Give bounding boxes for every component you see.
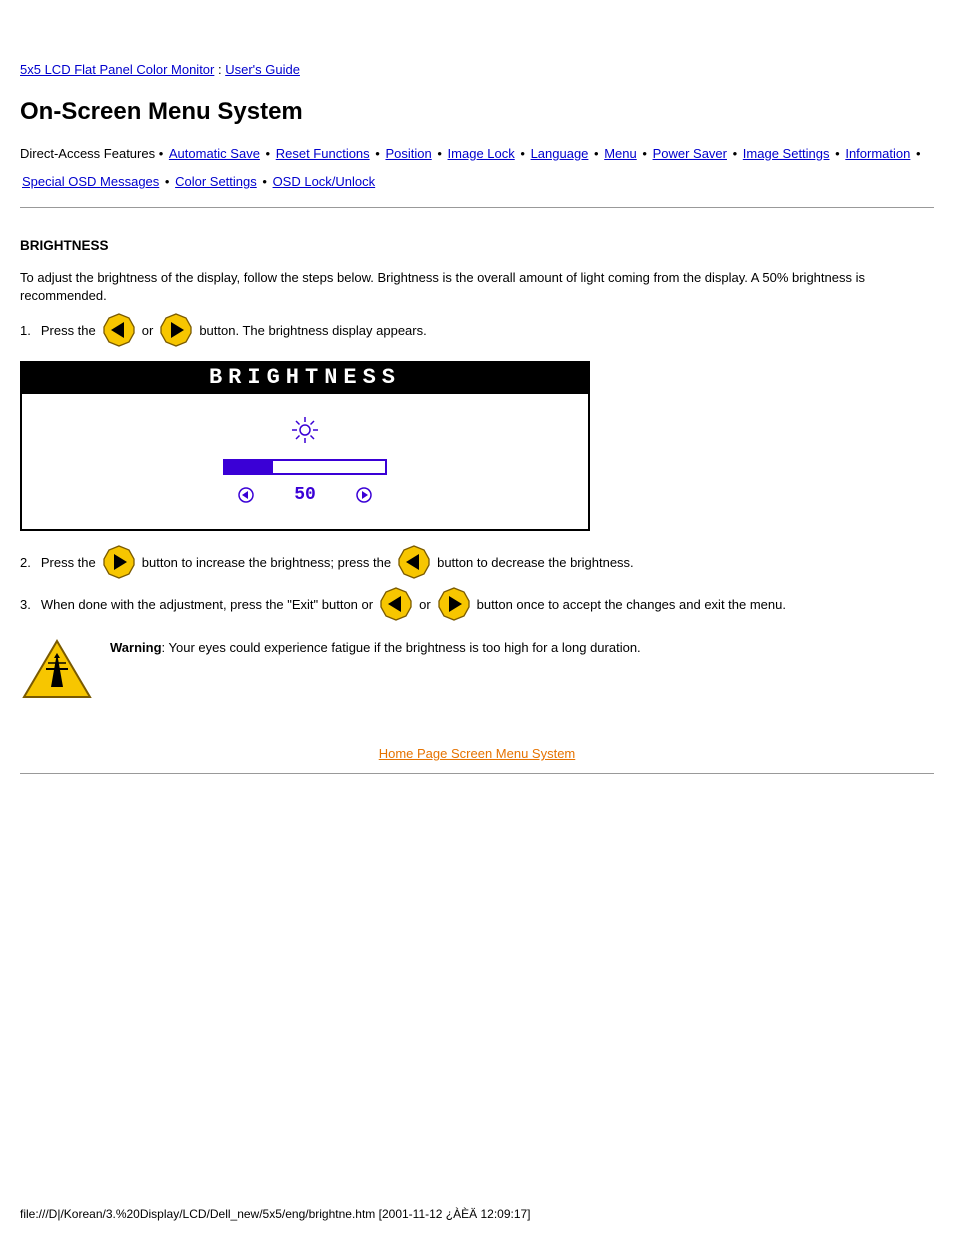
osd-title: BRIGHTNESS — [22, 363, 588, 394]
warning-icon — [20, 639, 94, 706]
step-3-post: button once to accept the changes and ex… — [477, 597, 786, 612]
breadcrumb: 5x5 LCD Flat Panel Color Monitor : User'… — [20, 60, 934, 80]
osd-value: 50 — [294, 485, 316, 505]
nav-item-osd-lock-unlock[interactable]: OSD Lock/Unlock — [273, 174, 376, 189]
nav-item-reset-functions[interactable]: Reset Functions — [276, 146, 370, 161]
right-arrow-icon — [102, 545, 136, 579]
right-arrow-icon — [437, 587, 471, 621]
nav-links: Direct-Access Features • Automatic Save … — [20, 140, 934, 197]
step-2-post: button to decrease the brightness. — [437, 555, 634, 570]
step-2-number: 2. — [20, 555, 31, 570]
step-2-mid: button to increase the brightness; press… — [142, 555, 391, 570]
step-3-number: 3. — [20, 597, 31, 612]
warning-label: Warning — [110, 640, 162, 655]
step-3-or: or — [419, 597, 431, 612]
right-arrow-icon — [159, 313, 193, 347]
breadcrumb-link-product[interactable]: 5x5 LCD Flat Panel Color Monitor — [20, 62, 214, 77]
divider — [20, 207, 934, 208]
left-arrow-icon — [397, 545, 431, 579]
brightness-icon — [291, 416, 319, 449]
step-1-number: 1. — [20, 323, 31, 338]
section-title: BRIGHTNESS — [20, 238, 934, 253]
nav-item-image-lock[interactable]: Image Lock — [448, 146, 515, 161]
nav-item-language[interactable]: Language — [531, 146, 589, 161]
nav-item-color-settings[interactable]: Color Settings — [175, 174, 257, 189]
left-arrow-icon — [379, 587, 413, 621]
warning-row: Warning: Your eyes could experience fati… — [20, 639, 934, 706]
nav-item-automatic-save[interactable]: Automatic Save — [169, 146, 260, 161]
nav-item-image-settings[interactable]: Image Settings — [743, 146, 830, 161]
osd-right-arrow-icon — [356, 487, 372, 503]
divider-bottom — [20, 773, 934, 774]
step-2-pre: Press the — [41, 555, 96, 570]
step-1-pre: Press the — [41, 323, 96, 338]
warning-text: Warning: Your eyes could experience fati… — [110, 639, 641, 657]
file-path: file:///D|/Korean/3.%20Display/LCD/Dell_… — [20, 1207, 531, 1221]
osd-left-arrow-icon — [238, 487, 254, 503]
home-link-row: Home Page Screen Menu System — [20, 746, 934, 761]
step-1: 1. Press the or button. The brightness d… — [20, 313, 934, 347]
brightness-gauge-fill — [225, 461, 273, 473]
osd-panel: BRIGHTNESS — [20, 361, 590, 531]
home-page-link[interactable]: Home Page Screen Menu System — [379, 746, 576, 761]
step-2: 2. Press the button to increase the brig… — [20, 545, 934, 579]
nav-item-information[interactable]: Information — [845, 146, 910, 161]
breadcrumb-link-guide[interactable]: User's Guide — [225, 62, 300, 77]
nav-item-special-osd-messages[interactable]: Special OSD Messages — [22, 174, 159, 189]
step-1-post: button. The brightness display appears. — [199, 323, 426, 338]
warning-body: : Your eyes could experience fatigue if … — [162, 640, 641, 655]
intro-text: To adjust the brightness of the display,… — [20, 269, 934, 305]
brightness-gauge — [223, 459, 387, 475]
breadcrumb-sep: : — [214, 62, 225, 77]
nav-item-position[interactable]: Position — [385, 146, 431, 161]
page-title: On-Screen Menu System — [20, 98, 934, 126]
nav-item-menu[interactable]: Menu — [604, 146, 637, 161]
nav-item-power-saver[interactable]: Power Saver — [653, 146, 727, 161]
left-arrow-icon — [102, 313, 136, 347]
step-3-pre: When done with the adjustment, press the… — [41, 597, 373, 612]
nav-prefix: Direct-Access Features • — [20, 146, 167, 161]
step-3: 3. When done with the adjustment, press … — [20, 587, 934, 621]
step-1-or: or — [142, 323, 154, 338]
